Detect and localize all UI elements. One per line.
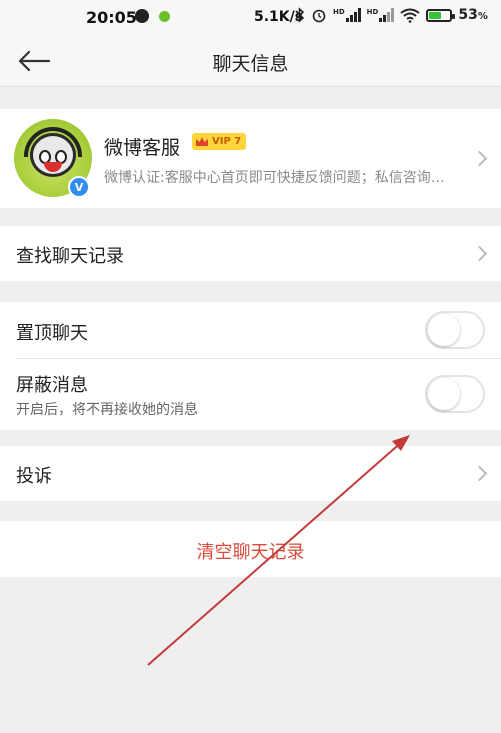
toggle-knob — [428, 378, 460, 410]
nav-bar: 聊天信息 — [0, 36, 501, 87]
vip-level: VIP 7 — [212, 136, 242, 147]
vip-badge: VIP 7 — [192, 133, 247, 150]
chevron-right-icon — [471, 245, 488, 262]
mute-messages-label: 屏蔽消息 — [16, 375, 88, 396]
pin-chat-toggle[interactable] — [425, 311, 485, 349]
avatar-face — [30, 133, 76, 177]
battery-percent: 53% — [458, 7, 488, 23]
signal-2-icon: HD — [367, 8, 395, 22]
chat-settings-group: 置顶聊天 屏蔽消息 开启后，将不再接收她的消息 — [0, 302, 501, 430]
battery-icon — [426, 8, 456, 22]
app-notify-icon — [159, 11, 170, 22]
signal-1-icon: HD — [333, 8, 361, 22]
profile-card[interactable]: V 微博客服 VIP 7 微博认证:客服中心首页即可快捷反馈问题；私信咨询… — [0, 109, 501, 208]
complain-row[interactable]: 投诉 — [0, 446, 501, 501]
hd-badge-right: HD — [366, 8, 379, 16]
pin-chat-label: 置顶聊天 — [16, 323, 88, 344]
status-time: 20:05 — [86, 8, 137, 27]
mute-messages-hint: 开启后，将不再接收她的消息 — [16, 402, 198, 418]
verified-v-icon: V — [68, 176, 90, 198]
wifi-icon — [400, 8, 420, 23]
globe-icon — [135, 9, 149, 23]
divider — [16, 358, 501, 359]
chevron-right-icon — [471, 465, 488, 482]
page-title: 聊天信息 — [212, 53, 289, 75]
complain-label: 投诉 — [16, 466, 52, 487]
crown-icon — [196, 137, 208, 146]
toggle-knob — [428, 314, 460, 346]
profile-name: 微博客服 — [104, 137, 181, 159]
hd-badge-left: HD — [333, 8, 345, 16]
clear-history-label: 清空聊天记录 — [196, 542, 305, 563]
search-history-row[interactable]: 查找聊天记录 — [0, 226, 501, 281]
alarm-icon — [312, 9, 326, 23]
clear-history-button[interactable]: 清空聊天记录 — [0, 521, 501, 577]
profile-description: 微博认证:客服中心首页即可快捷反馈问题；私信咨询… — [104, 170, 445, 186]
mute-messages-toggle[interactable] — [425, 375, 485, 413]
search-history-label: 查找聊天记录 — [16, 246, 124, 267]
chevron-right-icon — [471, 150, 488, 167]
status-icons: HD HD 53% — [295, 7, 488, 23]
bluetooth-icon — [295, 7, 305, 23]
status-bar: 20:05 5.1K/s HD HD 53% — [0, 0, 501, 36]
